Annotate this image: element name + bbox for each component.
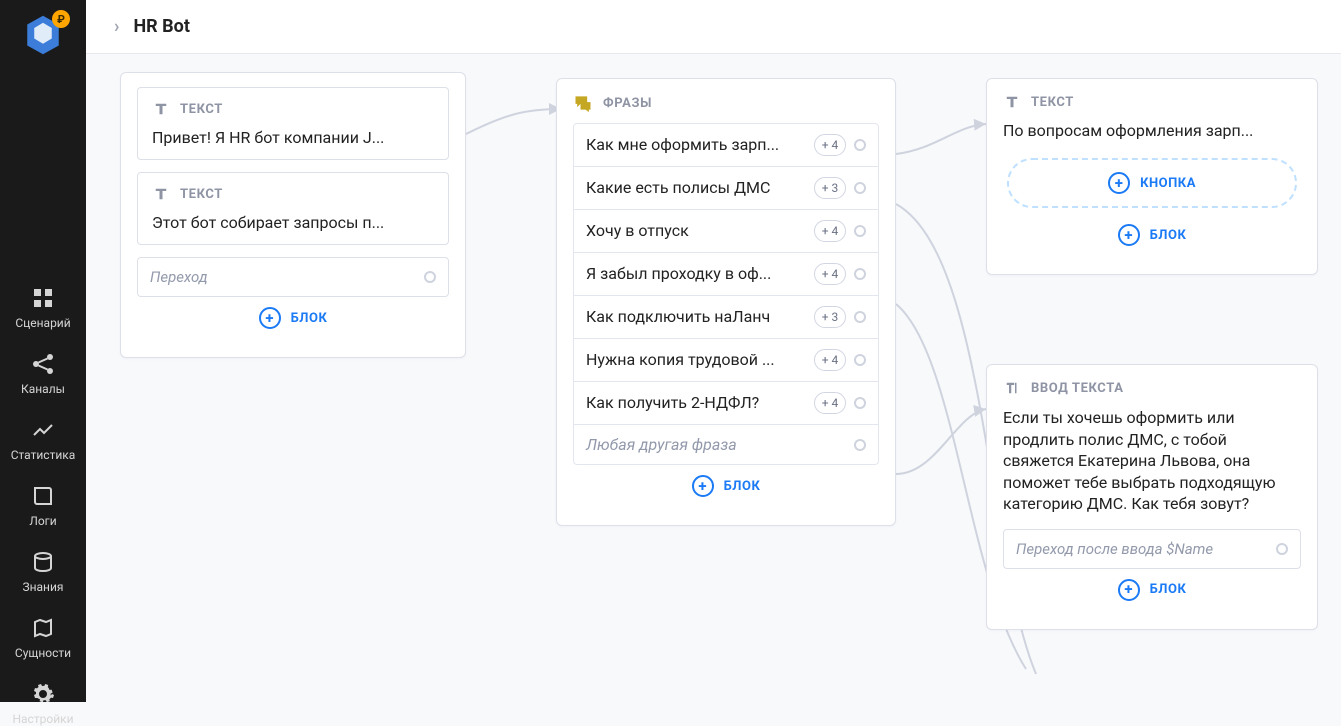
phrase-row[interactable]: Как подключить наЛанч+ 3 [574,295,878,338]
text-icon [152,100,170,118]
text-block[interactable]: ТЕКСТ Привет! Я HR бот компании J... [137,87,449,160]
gear-icon [31,682,55,706]
scenario-node-text[interactable]: ТЕКСТ По вопросам оформления зарп... +КН… [986,78,1318,275]
connection-port[interactable] [854,397,866,409]
count-badge: + 4 [814,392,846,414]
connection-port[interactable] [854,139,866,151]
phrase-row[interactable]: Я забыл проходку в оф...+ 4 [574,252,878,295]
plus-icon: + [1108,172,1130,194]
plus-icon: + [1118,224,1140,246]
share-icon [31,352,55,376]
text-icon [152,185,170,203]
add-block-button[interactable]: +БЛОК [137,297,449,339]
scenario-node-start[interactable]: ТЕКСТ Привет! Я HR бот компании J... ТЕК… [120,72,466,358]
page-title: HR Bot [133,16,189,37]
count-badge: + 4 [814,349,846,371]
sidebar-item-stats[interactable]: Статистика [11,418,76,462]
sidebar-item-logs[interactable]: Логи [29,484,56,528]
connection-port[interactable] [854,439,866,451]
plus-icon: + [259,307,281,329]
chevron-right-icon: › [114,16,119,37]
add-button-button[interactable]: +КНОПКА [1007,158,1297,208]
grid-icon [31,286,55,310]
text-body: По вопросам оформления зарп... [1003,121,1301,140]
connection-port[interactable] [1276,543,1288,555]
count-badge: + 3 [814,177,846,199]
sidebar-item-settings[interactable]: Настройки [12,682,73,726]
connection-port[interactable] [424,271,436,283]
phrase-row[interactable]: Хочу в отпуск+ 4 [574,209,878,252]
plus-icon: + [1118,579,1140,601]
count-badge: + 4 [814,134,846,156]
phrases-icon [573,93,593,113]
phrase-list: Как мне оформить зарп...+ 4 Какие есть п… [573,123,879,465]
text-body: Если ты хочешь оформить или продлить пол… [1003,407,1301,515]
canvas[interactable]: ТЕКСТ Привет! Я HR бот компании J... ТЕК… [86,54,1341,702]
connection-port[interactable] [854,268,866,280]
text-icon [1003,93,1021,111]
sidebar-item-label: Каналы [21,382,65,396]
sidebar-item-label: Настройки [12,712,73,726]
phrase-fallback[interactable]: Любая другая фраза [574,424,878,464]
connection-port[interactable] [854,182,866,194]
add-block-button[interactable]: +БЛОК [1003,214,1301,256]
map-icon [31,616,55,640]
sidebar: ₽ Сценарий Каналы Статистика Логи Знания… [0,0,86,702]
connection-port[interactable] [854,225,866,237]
book-icon [31,484,55,508]
sidebar-item-label: Сущности [15,646,71,660]
plus-icon: + [692,475,714,497]
sidebar-item-knowledge[interactable]: Знания [22,550,63,594]
sidebar-item-channels[interactable]: Каналы [21,352,65,396]
phrase-row[interactable]: Какие есть полисы ДМС+ 3 [574,166,878,209]
scenario-node-text-input[interactable]: ВВОД ТЕКСТА Если ты хочешь оформить или … [986,364,1318,630]
sidebar-item-scenario[interactable]: Сценарий [15,286,70,330]
sidebar-item-label: Сценарий [15,316,70,330]
phrase-row[interactable]: Нужна копия трудовой ...+ 4 [574,338,878,381]
header: › HR Bot [86,0,1341,54]
add-block-button[interactable]: +БЛОК [1003,569,1301,611]
sidebar-item-label: Знания [22,580,63,594]
count-badge: + 4 [814,220,846,242]
logo-badge: ₽ [52,10,70,28]
sidebar-item-label: Логи [29,514,56,528]
database-icon [31,550,55,574]
connection-port[interactable] [854,354,866,366]
count-badge: + 4 [814,263,846,285]
chart-line-icon [31,418,55,442]
text-input-icon [1003,379,1021,397]
transition-row[interactable]: Переход [137,257,449,297]
connection-port[interactable] [854,311,866,323]
logo[interactable]: ₽ [22,14,64,56]
sidebar-item-label: Статистика [11,448,76,462]
phrase-row[interactable]: Как получить 2-НДФЛ?+ 4 [574,381,878,424]
transition-row[interactable]: Переход после ввода $Name [1003,529,1301,569]
text-body: Привет! Я HR бот компании J... [152,128,434,147]
add-block-button[interactable]: +БЛОК [573,465,879,507]
text-block[interactable]: ТЕКСТ Этот бот собирает запросы п... [137,172,449,245]
phrase-row[interactable]: Как мне оформить зарп...+ 4 [574,124,878,166]
scenario-node-phrases[interactable]: ФРАЗЫ Как мне оформить зарп...+ 4 Какие … [556,78,896,526]
count-badge: + 3 [814,306,846,328]
text-body: Этот бот собирает запросы п... [152,213,434,232]
sidebar-item-entities[interactable]: Сущности [15,616,71,660]
